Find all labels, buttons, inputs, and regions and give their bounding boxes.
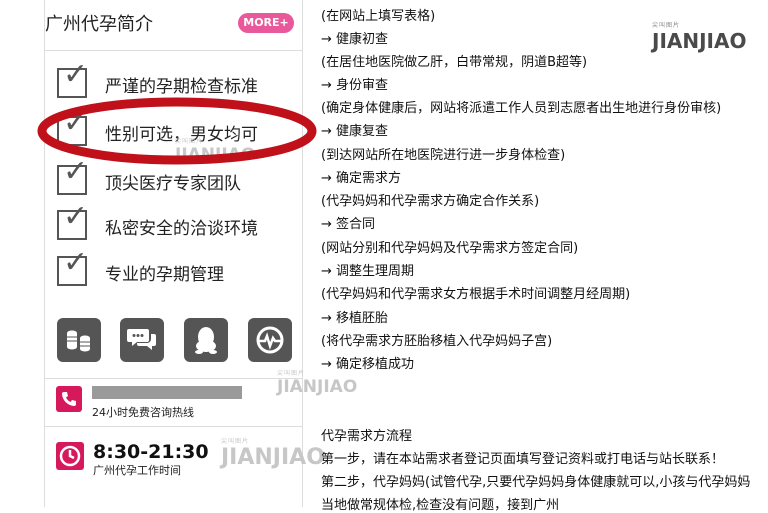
step-line: → 确定需求方 (321, 171, 402, 186)
coins-icon[interactable] (57, 318, 101, 362)
watermark-logo: 尖叫图片 JIANJIAO (652, 22, 747, 53)
more-button[interactable]: MORE+ (238, 13, 294, 33)
divider (45, 50, 302, 51)
step-line: → 健康复查 (321, 124, 389, 139)
working-hours: 8:30-21:30 (93, 441, 209, 463)
check-icon: ✓ (57, 202, 88, 240)
divider (45, 378, 302, 379)
section-title: 代孕需求方流程 (321, 429, 413, 444)
step-line: → 健康初查 (321, 32, 389, 47)
sidebar: 广州代孕简介 MORE+ ✓ 严谨的孕期检查标准 ✓ 性别可选，男女均可 ✓ 顶… (44, 0, 357, 507)
hotline-number-redacted (92, 386, 242, 399)
step-line: (到达网站所在地医院进行进一步身体检查) (321, 148, 566, 163)
clock-icon (56, 442, 84, 470)
step-line: → 身份审查 (321, 78, 389, 93)
feature-item: ✓ 专业的孕期管理 (57, 248, 297, 290)
phone-icon (56, 386, 82, 412)
check-icon: ✓ (57, 60, 88, 98)
feature-item: ✓ 私密安全的洽谈环境 (57, 202, 297, 244)
hotline-label: 24小时免费咨询热线 (92, 406, 194, 419)
heartbeat-icon[interactable] (248, 318, 292, 362)
feature-item: ✓ 顶尖医疗专家团队 (57, 157, 297, 199)
paragraph-line: 第一步，请在本站需求者登记页面填写登记资料或打电话与站长联系！ (321, 452, 725, 467)
step-line: (代孕妈妈和代孕需求女方根据手术时间调整月经周期) (321, 287, 631, 302)
step-line: → 移植胚胎 (321, 311, 389, 326)
step-line: (将代孕需求方胚胎移植入代孕妈妈子宫) (321, 334, 553, 349)
step-line: (代孕妈妈和代孕需求方确定合作关系) (321, 194, 540, 209)
feature-label: 顶尖医疗专家团队 (105, 174, 241, 194)
step-line: → 调整生理周期 (321, 264, 415, 279)
watermark-logo: 尖叫图片 JIANJIAO (277, 370, 358, 397)
feature-label: 专业的孕期管理 (105, 265, 224, 285)
chat-bubbles-icon[interactable] (120, 318, 164, 362)
contact-icon-row (57, 318, 293, 364)
step-line: (确定身体健康后，网站将派遣工作人员到志愿者出生地进行身份审核) (321, 101, 722, 116)
feature-label: 严谨的孕期检查标准 (105, 77, 258, 97)
divider (45, 426, 302, 427)
step-line: (在网站上填写表格) (321, 9, 436, 24)
step-line: → 确定移植成功 (321, 357, 415, 372)
qq-penguin-icon[interactable] (184, 318, 228, 362)
step-line: → 签合同 (321, 217, 376, 232)
paragraph-line: 当地做常规体检,检查没有问题，接到广州 (321, 498, 560, 513)
highlight-ellipse (37, 97, 317, 165)
check-icon: ✓ (57, 157, 88, 195)
sidebar-title: 广州代孕简介 (45, 14, 153, 35)
check-icon: ✓ (57, 248, 88, 286)
feature-label: 私密安全的洽谈环境 (105, 219, 258, 239)
paragraph-line: 第二步，代孕妈妈(试管代孕,只要代孕妈妈身体健康就可以,小孩与代孕妈妈 (321, 475, 751, 490)
working-hours-label: 广州代孕工作时间 (93, 464, 181, 477)
watermark-logo: 尖叫图片 JIANJIAO (221, 438, 325, 470)
step-line: (网站分别和代孕妈妈及代孕需求方签定合同) (321, 241, 579, 256)
step-line: (在居住地医院做乙肝，白带常规，阴道B超等) (321, 55, 588, 70)
